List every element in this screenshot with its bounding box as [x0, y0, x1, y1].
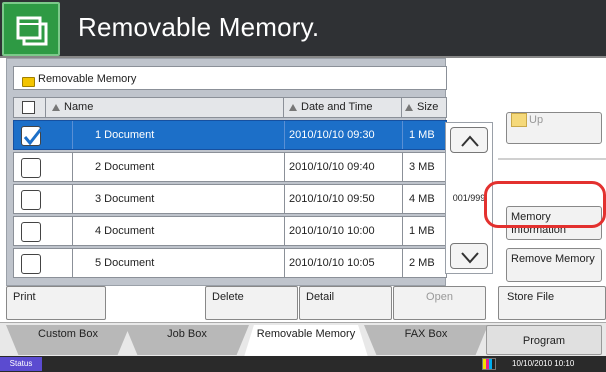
row-checkbox[interactable]: [21, 190, 41, 210]
store-file-button[interactable]: Store File: [498, 286, 606, 320]
table-row[interactable]: 3 Document 2010/10/10 09:50 4 MB: [13, 184, 447, 214]
divider: [498, 158, 606, 160]
row-checkbox[interactable]: [21, 254, 41, 274]
file-size: 1 MB: [402, 121, 446, 149]
table-row[interactable]: 1 Document 2010/10/10 09:30 1 MB: [13, 120, 447, 150]
header: Removable Memory.: [0, 0, 606, 58]
folder-icon: [22, 77, 35, 87]
sort-triangle-icon: [405, 104, 413, 111]
box-logo: [2, 2, 60, 56]
file-name: 5 Document: [72, 249, 286, 277]
screen: Removable Memory. Removable Memory Name …: [0, 0, 606, 372]
file-list: 1 Document 2010/10/10 09:30 1 MB 2 Docum…: [13, 120, 447, 280]
column-name-label: Name: [64, 101, 94, 113]
file-date: 2010/10/10 10:00: [284, 217, 402, 245]
sort-by-size-header[interactable]: Size: [402, 98, 446, 117]
folders-icon: [16, 16, 48, 46]
file-size: 4 MB: [402, 185, 446, 213]
status-button[interactable]: Status: [0, 357, 42, 371]
breadcrumb: Removable Memory: [13, 66, 447, 90]
scroll-down-button[interactable]: [450, 243, 488, 269]
detail-button[interactable]: Detail: [299, 286, 392, 320]
select-all-checkbox[interactable]: [14, 98, 46, 117]
checkmark-icon: [23, 128, 43, 146]
tab-removable-memory[interactable]: Removable Memory: [244, 325, 368, 357]
sort-triangle-icon: [289, 104, 297, 111]
file-name: 1 Document: [72, 121, 286, 149]
checkbox-icon: [22, 101, 35, 114]
row-checkbox[interactable]: [21, 158, 41, 178]
sort-triangle-icon: [52, 104, 60, 111]
open-button[interactable]: Open: [393, 286, 486, 320]
row-checkbox[interactable]: [21, 222, 41, 242]
delete-button[interactable]: Delete: [205, 286, 298, 320]
file-name: 4 Document: [72, 217, 286, 245]
table-row[interactable]: 4 Document 2010/10/10 10:00 1 MB: [13, 216, 447, 246]
tab-custom-box[interactable]: Custom Box: [6, 325, 130, 355]
file-date: 2010/10/10 10:05: [284, 249, 402, 277]
file-date: 2010/10/10 09:50: [284, 185, 402, 213]
file-name: 2 Document: [72, 153, 286, 181]
file-size: 2 MB: [402, 249, 446, 277]
tab-job-box[interactable]: Job Box: [125, 325, 249, 355]
table-row[interactable]: 5 Document 2010/10/10 10:05 2 MB: [13, 248, 447, 278]
sort-by-name-header[interactable]: Name: [46, 98, 284, 117]
chevron-up-icon: [461, 135, 479, 147]
sort-by-date-header[interactable]: Date and Time: [284, 98, 402, 117]
toner-icon: [482, 358, 496, 370]
breadcrumb-label: Removable Memory: [38, 73, 137, 85]
remove-memory-button[interactable]: Remove Memory: [506, 248, 602, 282]
page-title: Removable Memory.: [78, 12, 320, 42]
print-button[interactable]: Print: [6, 286, 106, 320]
file-size: 1 MB: [402, 217, 446, 245]
column-date-label: Date and Time: [301, 101, 373, 113]
clock: 10/10/2010 10:10: [512, 359, 575, 368]
file-size: 3 MB: [402, 153, 446, 181]
chevron-down-icon: [461, 252, 479, 264]
up-label: Up: [529, 113, 544, 126]
table-row[interactable]: 2 Document 2010/10/10 09:40 3 MB: [13, 152, 447, 182]
status-bar: Status 10/10/2010 10:10: [0, 356, 606, 372]
file-date: 2010/10/10 09:40: [284, 153, 402, 181]
file-date: 2010/10/10 09:30: [284, 121, 402, 149]
scroll-up-button[interactable]: [450, 127, 488, 153]
tab-bar: Custom Box Job Box Removable Memory FAX …: [0, 322, 606, 357]
folder-up-icon: [511, 113, 527, 127]
program-button[interactable]: Program: [486, 325, 602, 355]
file-name: 3 Document: [72, 185, 286, 213]
tab-fax-box[interactable]: FAX Box: [364, 325, 488, 355]
column-header: Name Date and Time Size: [13, 97, 447, 118]
column-size-label: Size: [417, 101, 439, 113]
highlight-ring: [484, 181, 606, 228]
row-checkbox[interactable]: [21, 126, 43, 146]
file-list-panel: Removable Memory Name Date and Time Size…: [6, 58, 447, 286]
side-panel: Up Memory Information Remove Memory: [498, 58, 606, 286]
up-button[interactable]: Up: [506, 112, 602, 144]
